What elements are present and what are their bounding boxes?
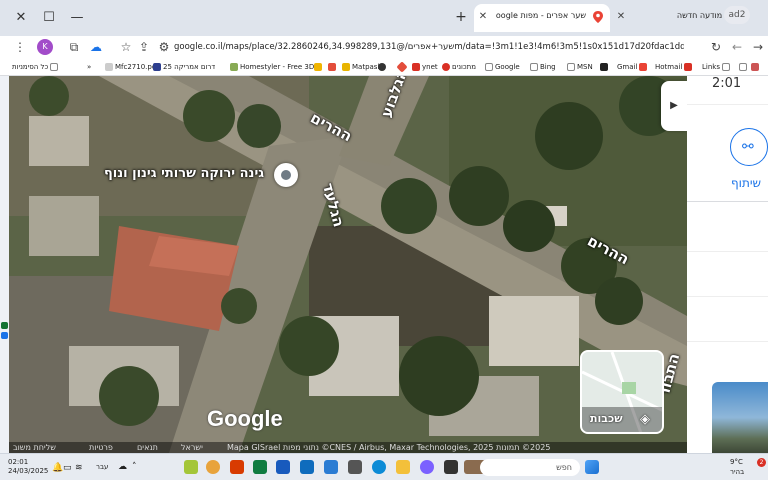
bookmark-links[interactable]: Links — [702, 60, 732, 74]
bookmark-icon-2[interactable] — [326, 60, 338, 74]
more-menu-icon[interactable]: ⋮ — [12, 39, 28, 55]
maximize-button[interactable]: ☐ — [38, 8, 60, 28]
bookmark-hotmail[interactable]: Hotmail — [655, 60, 694, 74]
bookmarks-bar: כל הסימניות » Mfc2710.pdf דרום אמריקה 25… — [0, 58, 768, 76]
layers-label: שכבות — [590, 412, 623, 425]
israel-link[interactable]: ישראל — [181, 442, 203, 453]
start-button-icon[interactable] — [585, 460, 599, 474]
hours-text: 2:01 — [712, 76, 742, 91]
copilot-app-icon[interactable] — [420, 460, 434, 474]
close-window-button[interactable]: ✕ — [10, 8, 32, 28]
tab-title: שער אפרים - מפות Google — [496, 11, 586, 20]
browser-window: — ☐ ✕ + ✕ שער אפרים - מפות Google ✕ ם מו… — [0, 0, 768, 480]
divider — [687, 104, 768, 105]
tab-bar: — ☐ ✕ + ✕ שער אפרים - מפות Google ✕ ם מו… — [0, 0, 768, 36]
taskbar: 02:01 24/03/2025 🔔 ▭ ≋ עבר ☁ ˄ חפש 9°C ב… — [0, 453, 768, 480]
chrome-app-icon[interactable] — [206, 460, 220, 474]
tab-title: ם מודעה חדשה — [676, 11, 730, 20]
bookmark-south-america[interactable]: דרום אמריקה 25 — [151, 60, 215, 74]
place-photo[interactable] — [712, 382, 768, 453]
tab-maps[interactable]: ✕ שער אפרים - מפות Google — [474, 4, 610, 32]
bookmark-msn[interactable]: MSN — [565, 60, 593, 74]
taskbar-search-input[interactable]: חפש — [480, 459, 580, 476]
clock-time[interactable]: 02:01 — [8, 458, 28, 466]
language-indicator[interactable]: עבר — [96, 463, 108, 471]
calculator-app-icon[interactable] — [348, 460, 362, 474]
feedback-link[interactable]: שליחת משוב — [13, 442, 56, 453]
google-maps-favicon-icon — [593, 11, 603, 23]
layers-icon: ◈ — [640, 412, 650, 427]
excel-app-icon[interactable] — [253, 460, 267, 474]
address-bar-row: ⋮ K ⧉ ☁ ☆ ⇪ ⚙ google.co.il/maps/place/שע… — [0, 36, 768, 58]
side-widget-icon[interactable] — [1, 322, 8, 329]
layers-button[interactable]: שכבות ◈ — [580, 350, 664, 434]
weather-desc[interactable]: בהיר — [730, 468, 744, 476]
bookmark-google[interactable]: Google — [483, 60, 520, 74]
notifications-icon[interactable]: 🔔 — [52, 463, 63, 473]
file-explorer-icon[interactable] — [396, 460, 410, 474]
left-side-strip — [0, 76, 9, 453]
bookmark-homestyler[interactable]: Homestyler - Free 3D… — [228, 60, 321, 74]
bookmark-recipes[interactable]: מתכונים — [440, 60, 476, 74]
clock-date[interactable]: 24/03/2025 — [8, 467, 48, 475]
cloud-tray-icon[interactable]: ☁ — [118, 462, 127, 472]
imagery-credits: 2025© תמונות CNES / Airbus, Maxar Techno… — [227, 443, 551, 452]
cloud-icon[interactable]: ☁ — [88, 39, 104, 55]
bookmark-all[interactable]: כל הסימניות — [12, 60, 60, 74]
terms-link[interactable]: תנאים — [137, 442, 158, 453]
weather-temp[interactable]: 9°C — [730, 458, 743, 466]
map-footer: שליחת משוב פרטיות תנאים ישראל 2025© תמונ… — [9, 442, 687, 453]
place-marker[interactable] — [274, 163, 298, 187]
battery-icon[interactable]: ▭ — [63, 463, 72, 473]
android-app-icon[interactable] — [184, 460, 198, 474]
mail-app-icon[interactable] — [324, 460, 338, 474]
word-app-icon[interactable] — [276, 460, 290, 474]
reload-icon[interactable]: ↻ — [708, 39, 724, 55]
bookmark-star-icon[interactable]: ☆ — [118, 39, 134, 55]
edge-app-icon[interactable] — [372, 460, 386, 474]
terminal-app-icon[interactable] — [444, 460, 458, 474]
place-details-panel: 2:01 ⚯ שיתוף — [687, 76, 768, 453]
minimize-button[interactable]: — — [66, 8, 88, 28]
bookmark-icon-4[interactable] — [396, 60, 408, 74]
placeholder-line — [687, 251, 768, 252]
share-page-icon[interactable]: ⇪ — [136, 39, 152, 55]
forward-icon[interactable]: ← — [729, 39, 745, 55]
site-info-icon[interactable]: ⚙ — [156, 39, 172, 55]
powerpoint-app-icon[interactable] — [230, 460, 244, 474]
new-tab-button[interactable]: + — [452, 8, 470, 26]
extensions-icon[interactable]: ⧉ — [66, 39, 82, 55]
bookmark-ynet[interactable]: ynet — [410, 60, 438, 74]
ad2-badge[interactable]: ad2 — [724, 6, 750, 24]
chevron-up-icon[interactable]: ˄ — [132, 462, 137, 472]
privacy-link[interactable]: פרטיות — [89, 442, 113, 453]
satellite-map[interactable]: ההרים ההרים הגלעד הגלבוע התבור גינה ירוק… — [9, 76, 687, 453]
google-logo: Google — [207, 406, 283, 431]
back-icon[interactable]: → — [750, 39, 766, 55]
url-input[interactable]: google.co.il/maps/place/שער+אפרים/@32.28… — [174, 39, 684, 55]
outlook-app-icon[interactable] — [300, 460, 314, 474]
bookmarks-overflow[interactable]: » — [87, 60, 91, 74]
wifi-icon[interactable]: ≋ — [75, 463, 83, 473]
bookmark-unknown[interactable] — [598, 60, 610, 74]
tab-close-button[interactable]: ✕ — [476, 10, 490, 24]
notification-count-badge: 2 — [757, 458, 766, 467]
bookmark-misc[interactable] — [737, 60, 761, 74]
share-icon: ⚯ — [742, 139, 754, 155]
side-widget-icon[interactable] — [1, 332, 8, 339]
placeholder-line — [687, 296, 768, 297]
avatar[interactable]: K — [37, 39, 53, 55]
bookmark-icon-1[interactable] — [312, 60, 324, 74]
placeholder-line — [687, 341, 768, 342]
tab-close-button[interactable]: ✕ — [614, 10, 628, 24]
bookmark-gmail[interactable]: Gmail — [617, 60, 649, 74]
place-label[interactable]: גינה ירוקה שרותי גינון ונוף — [104, 166, 264, 181]
share-label[interactable]: שיתוף — [731, 176, 761, 190]
bookmark-icon-3[interactable] — [376, 60, 388, 74]
collapse-panel-button[interactable]: ▶ — [661, 81, 687, 131]
divider — [687, 201, 768, 202]
bookmark-bing[interactable]: Bing — [528, 60, 556, 74]
tab-ad[interactable]: ✕ ם מודעה חדשה — [612, 4, 742, 32]
